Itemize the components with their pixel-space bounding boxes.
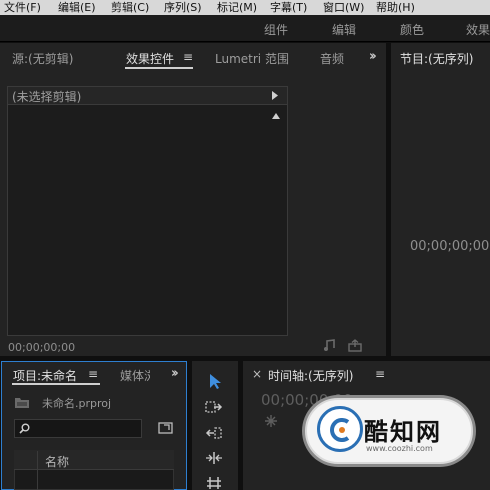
rolling-edit-tool-icon[interactable]: [205, 451, 223, 465]
effect-controls-area: [7, 86, 288, 336]
snap-icon[interactable]: [263, 414, 279, 428]
overflow-chevron-icon[interactable]: ››: [369, 49, 377, 64]
watermark-brand: 酷知网: [364, 418, 442, 446]
no-clip-label: (未选择剪辑): [12, 90, 82, 104]
audio-clip-icon[interactable]: [322, 339, 338, 352]
program-title[interactable]: 节目:(无序列): [400, 50, 473, 67]
workspace-effects[interactable]: 效果: [466, 21, 490, 38]
panel-menu-icon[interactable]: ≡: [183, 50, 193, 64]
menu-help[interactable]: 帮助(H): [376, 0, 415, 15]
watermark-url: www.coozhi.com: [366, 444, 433, 453]
track-select-tool-icon[interactable]: [205, 400, 223, 414]
menu-sequence[interactable]: 序列(S): [164, 0, 202, 15]
active-tab-underline: [125, 67, 193, 69]
menu-title[interactable]: 字幕(T): [270, 0, 307, 15]
expand-right-icon[interactable]: [272, 91, 278, 100]
tab-project[interactable]: 项目:未命名: [13, 367, 77, 384]
workspace-assembly[interactable]: 组件: [264, 21, 288, 38]
collapse-up-icon[interactable]: [272, 113, 280, 119]
project-folder-icon: [15, 398, 29, 408]
source-timecode: 00;00;00;00: [8, 341, 76, 354]
menu-file[interactable]: 文件(F): [4, 0, 41, 15]
new-bin-icon[interactable]: [158, 422, 173, 434]
program-panel: [391, 43, 490, 356]
tab-audio[interactable]: 音频: [320, 50, 344, 67]
project-file-name: 未命名.prproj: [42, 397, 112, 410]
watermark-logo-mark: [330, 418, 350, 442]
timeline-title[interactable]: 时间轴:(无序列): [268, 367, 353, 384]
rate-stretch-tool-icon[interactable]: [206, 476, 222, 490]
ripple-edit-tool-icon[interactable]: [205, 426, 223, 440]
project-menu-icon[interactable]: ≡: [88, 367, 98, 381]
menu-edit[interactable]: 编辑(E): [58, 0, 96, 15]
column-name-header[interactable]: 名称: [45, 453, 69, 470]
tab-source[interactable]: 源:(无剪辑): [12, 50, 73, 67]
timeline-menu-icon[interactable]: ≡: [375, 367, 385, 381]
workspace-color[interactable]: 颜色: [400, 21, 424, 38]
menu-window[interactable]: 窗口(W): [323, 0, 364, 15]
project-search-input[interactable]: [14, 419, 142, 438]
workspace-editing[interactable]: 编辑: [332, 21, 356, 38]
workspace-bar: 组件 编辑 颜色 效果: [0, 15, 490, 42]
search-icon: [19, 423, 30, 434]
project-list-header: [14, 450, 174, 470]
menu-marker[interactable]: 标记(M): [217, 0, 257, 15]
project-tab-underline: [12, 383, 100, 385]
export-icon[interactable]: [348, 339, 363, 352]
tab-media-browser[interactable]: 媒体浏: [120, 367, 150, 384]
menu-bar: 文件(F) 编辑(E) 剪辑(C) 序列(S) 标记(M) 字幕(T) 窗口(W…: [0, 0, 490, 15]
project-overflow-chevron-icon[interactable]: ››: [171, 366, 179, 381]
tab-lumetri-scopes[interactable]: Lumetri 范围: [215, 50, 289, 67]
tab-effect-controls[interactable]: 效果控件: [126, 50, 174, 67]
menu-clip[interactable]: 剪辑(C): [111, 0, 149, 15]
timeline-close-icon[interactable]: ×: [252, 367, 262, 381]
column-divider: [37, 451, 38, 490]
selection-tool-icon[interactable]: [209, 373, 221, 390]
program-timecode: 00;00;00;00: [410, 239, 490, 254]
